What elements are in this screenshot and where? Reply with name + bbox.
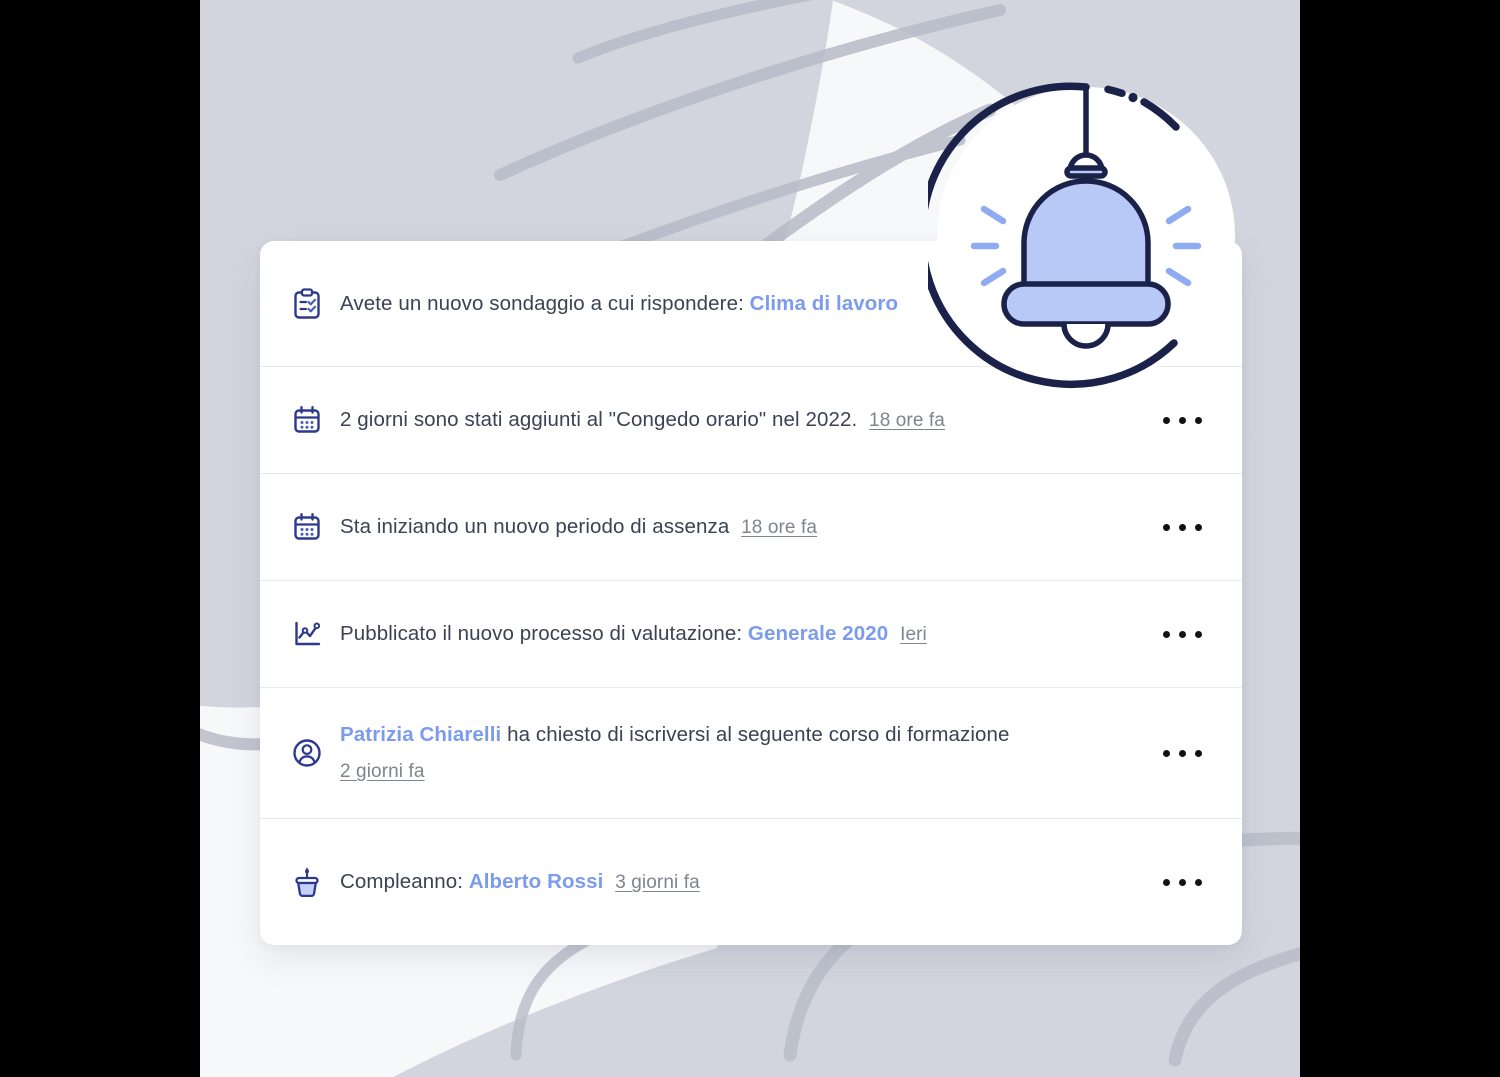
menu-dot — [1162, 749, 1170, 757]
notification-text-before: Avete un nuovo sondaggio a cui risponder… — [340, 291, 744, 315]
notification-link[interactable]: Patrizia Chiarelli — [340, 723, 501, 746]
notification-body: Patrizia Chiarelli ha chiesto di iscrive… — [340, 721, 1156, 784]
line-chart-icon — [290, 617, 324, 651]
menu-dot — [1162, 523, 1170, 531]
notification-row[interactable]: Pubblicato il nuovo processo di valutazi… — [260, 581, 1242, 688]
notification-text-before: Pubblicato il nuovo processo di valutazi… — [340, 622, 743, 646]
clipboard-checklist-icon — [290, 287, 324, 321]
menu-dot — [1194, 878, 1202, 886]
notification-body: Pubblicato il nuovo processo di valutazi… — [340, 620, 1156, 648]
calendar-icon — [290, 510, 324, 544]
notification-link[interactable]: Clima di lavoro — [750, 292, 898, 315]
menu-dot — [1194, 749, 1202, 757]
row-more-options-button[interactable] — [1156, 507, 1208, 547]
menu-dot — [1178, 630, 1186, 638]
notification-time: 18 ore fa — [869, 410, 945, 432]
menu-dot — [1194, 416, 1202, 424]
notification-text-after: ha chiesto di iscriversi al seguente cor… — [507, 723, 1010, 747]
user-circle-icon — [290, 736, 324, 770]
menu-dot — [1178, 878, 1186, 886]
bell-badge-svg — [928, 82, 1235, 388]
notification-time: 18 ore fa — [741, 517, 818, 539]
menu-dot — [1194, 523, 1202, 531]
menu-dot — [1194, 630, 1202, 638]
notification-time: Ieri — [900, 624, 927, 646]
notification-text: Patrizia Chiarelli ha chiesto di iscrive… — [340, 721, 1136, 784]
notification-body: Compleanno: Alberto Rossi 3 giorni fa — [340, 868, 1156, 896]
notification-row[interactable]: Sta iniziando un nuovo periodo di assenz… — [260, 474, 1242, 581]
notification-body: Sta iniziando un nuovo periodo di assenz… — [340, 513, 1156, 541]
notification-text: Compleanno: Alberto Rossi 3 giorni fa — [340, 868, 1136, 896]
calendar-icon — [290, 403, 324, 437]
menu-dot — [1178, 523, 1186, 531]
menu-dot — [1162, 878, 1170, 886]
notification-text: 2 giorni sono stati aggiunti al "Congedo… — [340, 406, 1136, 434]
row-more-options-button[interactable] — [1156, 733, 1208, 773]
notification-bell-illustration — [928, 78, 1244, 398]
bell-body — [1021, 178, 1151, 293]
bell-base — [1001, 281, 1171, 327]
notification-row[interactable]: Patrizia Chiarelli ha chiesto di iscrive… — [260, 688, 1242, 819]
notification-link[interactable]: Generale 2020 — [748, 622, 888, 645]
notification-text-before: Sta iniziando un nuovo periodo di assenz… — [340, 515, 730, 539]
bell-loop-base — [1064, 165, 1108, 179]
row-more-options-button[interactable] — [1156, 400, 1208, 440]
notification-time: 2 giorni fa — [340, 761, 425, 783]
notification-text: Pubblicato il nuovo processo di valutazi… — [340, 620, 1136, 648]
notification-time: 3 giorni fa — [615, 872, 700, 894]
notification-link[interactable]: Alberto Rossi — [469, 870, 604, 893]
bell-clapper — [1061, 321, 1111, 349]
row-more-options-button[interactable] — [1156, 862, 1208, 902]
birthday-cake-icon — [290, 865, 324, 899]
notification-text-before: Compleanno: — [340, 870, 464, 894]
menu-dot — [1162, 630, 1170, 638]
notification-row[interactable]: Compleanno: Alberto Rossi 3 giorni fa — [260, 819, 1242, 945]
menu-dot — [1178, 416, 1186, 424]
menu-dot — [1162, 416, 1170, 424]
notification-body: 2 giorni sono stati aggiunti al "Congedo… — [340, 406, 1156, 434]
notification-text-before: 2 giorni sono stati aggiunti al "Congedo… — [340, 408, 858, 432]
screenshot-stage: Avete un nuovo sondaggio a cui risponder… — [0, 0, 1500, 1077]
menu-dot — [1178, 749, 1186, 757]
notification-text: Sta iniziando un nuovo periodo di assenz… — [340, 513, 1136, 541]
row-more-options-button[interactable] — [1156, 614, 1208, 654]
